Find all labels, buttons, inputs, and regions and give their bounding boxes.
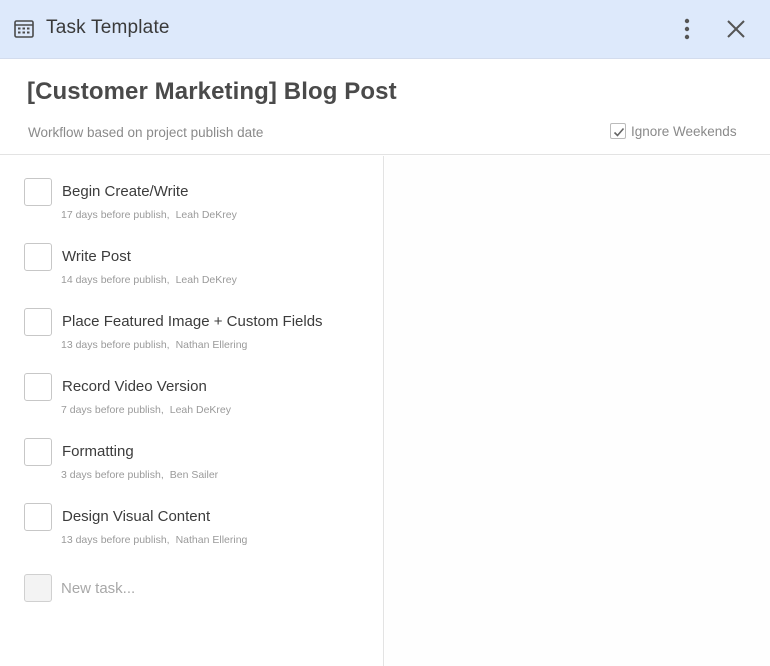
new-task-row xyxy=(0,574,384,604)
task-name[interactable]: Formatting xyxy=(62,443,134,460)
task-timing: 13 days before publish, xyxy=(61,339,170,351)
checkmark-icon xyxy=(613,127,625,137)
task-checkbox[interactable] xyxy=(24,438,52,466)
ignore-weekends-label: Ignore Weekends xyxy=(631,123,737,139)
task-assignee: Nathan Ellering xyxy=(175,339,248,351)
window-title: Task Template xyxy=(46,17,170,38)
task-assignee: Leah DeKrey xyxy=(169,404,232,416)
task-assignee: Nathan Ellering xyxy=(175,534,248,546)
task-timing: 17 days before publish, xyxy=(61,209,170,221)
close-icon[interactable] xyxy=(724,17,748,41)
task-name[interactable]: Design Visual Content xyxy=(62,508,210,525)
task-template-window: Task Template [Customer Marketing] Blog … xyxy=(0,0,770,666)
task-assignee: Leah DeKrey xyxy=(175,209,237,221)
title-bar: Task Template xyxy=(0,0,770,59)
task-timing: 3 days before publish, xyxy=(61,469,164,481)
task-assignee: Ben Sailer xyxy=(169,469,219,481)
task-name[interactable]: Write Post xyxy=(62,248,131,265)
task-timing: 13 days before publish, xyxy=(61,534,170,546)
ignore-weekends-checkbox[interactable] xyxy=(610,123,626,139)
task-detail-pane xyxy=(385,156,770,666)
task-name[interactable]: Record Video Version xyxy=(62,378,207,395)
task-item: Begin Create/Write 17 days before publis… xyxy=(0,178,384,238)
task-name[interactable]: Place Featured Image + Custom Fields xyxy=(62,313,323,330)
task-item: Record Video Version 7 days before publi… xyxy=(0,373,384,433)
task-meta: 3 days before publish, Ben Sailer xyxy=(61,469,218,481)
new-task-input[interactable] xyxy=(61,576,361,600)
task-name[interactable]: Begin Create/Write xyxy=(62,183,188,200)
task-timing: 14 days before publish, xyxy=(61,274,170,286)
task-checkbox[interactable] xyxy=(24,373,52,401)
task-meta: 13 days before publish, Nathan Ellering xyxy=(61,534,247,546)
calendar-grid-icon xyxy=(14,19,34,39)
task-meta: 7 days before publish, Leah DeKrey xyxy=(61,404,231,416)
task-checkbox[interactable] xyxy=(24,503,52,531)
task-meta: 17 days before publish, Leah DeKrey xyxy=(61,209,237,221)
task-timing: 7 days before publish, xyxy=(61,404,164,416)
task-meta: 13 days before publish, Nathan Ellering xyxy=(61,339,247,351)
new-task-checkbox xyxy=(24,574,52,602)
more-vertical-icon[interactable] xyxy=(677,17,697,41)
task-item: Formatting 3 days before publish, Ben Sai… xyxy=(0,438,384,498)
task-list: Begin Create/Write 17 days before publis… xyxy=(0,156,384,666)
task-checkbox[interactable] xyxy=(24,178,52,206)
task-item: Place Featured Image + Custom Fields 13 … xyxy=(0,308,384,368)
task-meta: 14 days before publish, Leah DeKrey xyxy=(61,274,237,286)
task-checkbox[interactable] xyxy=(24,243,52,271)
ignore-weekends-toggle[interactable]: Ignore Weekends xyxy=(610,123,737,139)
task-item: Design Visual Content 13 days before pub… xyxy=(0,503,384,563)
page-title: [Customer Marketing] Blog Post xyxy=(27,78,397,105)
task-checkbox[interactable] xyxy=(24,308,52,336)
template-header: [Customer Marketing] Blog Post Workflow … xyxy=(0,59,770,155)
task-item: Write Post 14 days before publish, Leah D… xyxy=(0,243,384,303)
workflow-description: Workflow based on project publish date xyxy=(28,125,264,140)
task-assignee: Leah DeKrey xyxy=(175,274,237,286)
